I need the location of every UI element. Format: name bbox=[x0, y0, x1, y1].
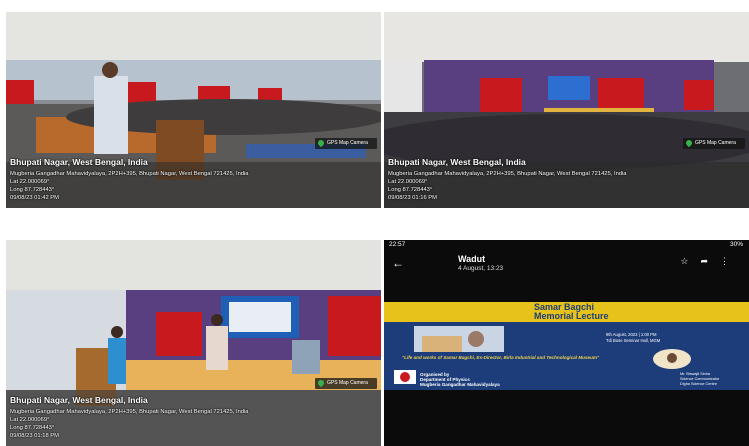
geotag-datetime: 09/08/23 01:16 PM bbox=[388, 195, 437, 201]
geotag-place: Bhupati Nagar, West Bengal, India bbox=[388, 157, 526, 167]
photo-lecture-hall-speaker: GPS Map Camera Bhupati Nagar, West Benga… bbox=[6, 12, 381, 208]
geotag-lat: Lat 22.000069° bbox=[10, 179, 50, 185]
gps-camera-badge: GPS Map Camera bbox=[683, 138, 745, 149]
battery-level: 30% bbox=[729, 241, 743, 248]
phone-screenshot-poster: 22:57 30% ← Wadut 4 August, 13:23 ☆➦⋮ Sa… bbox=[384, 240, 749, 446]
poster-speaker-line3: Digha Science Centre bbox=[680, 382, 717, 386]
geotag-address: Mugberia Gangadhar Mahavidyalaya, 2P2H+3… bbox=[388, 171, 627, 177]
share-icon[interactable]: ➦ bbox=[700, 256, 720, 266]
portrait-photo bbox=[414, 326, 504, 352]
geotag-place: Bhupati Nagar, West Bengal, India bbox=[10, 395, 148, 405]
geotag-address: Mugberia Gangadhar Mahavidyalaya, 2P2H+3… bbox=[10, 171, 249, 177]
gps-camera-badge: GPS Map Camera bbox=[315, 378, 377, 389]
phone-status-bar: 22:57 30% bbox=[384, 240, 749, 252]
badge-label: GPS Map Camera bbox=[327, 140, 368, 146]
geotag-lat: Lat 22.000069° bbox=[388, 179, 428, 185]
badge-label: GPS Map Camera bbox=[695, 140, 736, 146]
geotag-overlay: Bhupati Nagar, West Bengal, India Mugber… bbox=[10, 395, 377, 440]
lecture-poster: Samar Bagchi Memorial Lecture 9th August… bbox=[384, 302, 749, 390]
poster-title: Samar Bagchi Memorial Lecture bbox=[534, 303, 609, 321]
photo-seminar-stage: GPS Map Camera Bhupati Nagar, West Benga… bbox=[384, 12, 749, 208]
sender-name: Wadut bbox=[458, 254, 486, 264]
status-time: 22:57 bbox=[389, 241, 406, 248]
geotag-overlay: Bhupati Nagar, West Bengal, India Mugber… bbox=[10, 157, 377, 202]
college-logo bbox=[394, 370, 416, 384]
geotag-datetime: 09/08/23 01:42 PM bbox=[10, 195, 59, 201]
poster-title-line2: Memorial Lecture bbox=[534, 311, 609, 321]
poster-speaker: Mr. Biswajit Sinha Science Communicator … bbox=[680, 372, 719, 387]
geotag-lat: Lat 22.000069° bbox=[10, 417, 50, 423]
phone-nav-bar bbox=[384, 434, 749, 446]
map-pin-icon bbox=[316, 138, 326, 148]
star-icon[interactable]: ☆ bbox=[680, 256, 700, 266]
geotag-address: Mugberia Gangadhar Mahavidyalaya, 2P2H+3… bbox=[10, 409, 249, 415]
geotag-long: Long 87.728443° bbox=[10, 425, 55, 431]
photo-felicitation: GPS Map Camera Bhupati Nagar, West Benga… bbox=[6, 240, 381, 446]
geotag-datetime: 09/08/23 01:18 PM bbox=[10, 433, 59, 439]
geotag-long: Long 87.728443° bbox=[10, 187, 55, 193]
speaker-photo bbox=[653, 349, 691, 369]
poster-org-line3: Mugberia Gangadhar Mahavidyalaya bbox=[420, 382, 500, 387]
geotag-overlay: Bhupati Nagar, West Bengal, India Mugber… bbox=[388, 157, 745, 202]
header-actions: ☆➦⋮ bbox=[680, 256, 741, 267]
viewer-header: ← Wadut 4 August, 13:23 ☆➦⋮ bbox=[384, 252, 749, 280]
back-arrow-icon[interactable]: ← bbox=[392, 256, 404, 270]
message-time: 4 August, 13:23 bbox=[458, 265, 504, 272]
map-pin-icon bbox=[316, 378, 326, 388]
geotag-place: Bhupati Nagar, West Bengal, India bbox=[10, 157, 148, 167]
poster-organiser: Organised by Department of Physics Mugbe… bbox=[420, 372, 500, 387]
gps-camera-badge: GPS Map Camera bbox=[315, 138, 377, 149]
poster-date: 9th August, 2023 | 1:00 PM Tdi Bose Semi… bbox=[606, 332, 660, 344]
badge-label: GPS Map Camera bbox=[327, 380, 368, 386]
poster-date-line2: Tdi Bose Seminar Hall, MGM bbox=[606, 338, 661, 343]
more-icon[interactable]: ⋮ bbox=[720, 256, 741, 266]
poster-talk-title: "Life and works of Samar Bagchi, Ex-Dire… bbox=[402, 355, 600, 360]
geotag-long: Long 87.728443° bbox=[388, 187, 433, 193]
map-pin-icon bbox=[684, 138, 694, 148]
